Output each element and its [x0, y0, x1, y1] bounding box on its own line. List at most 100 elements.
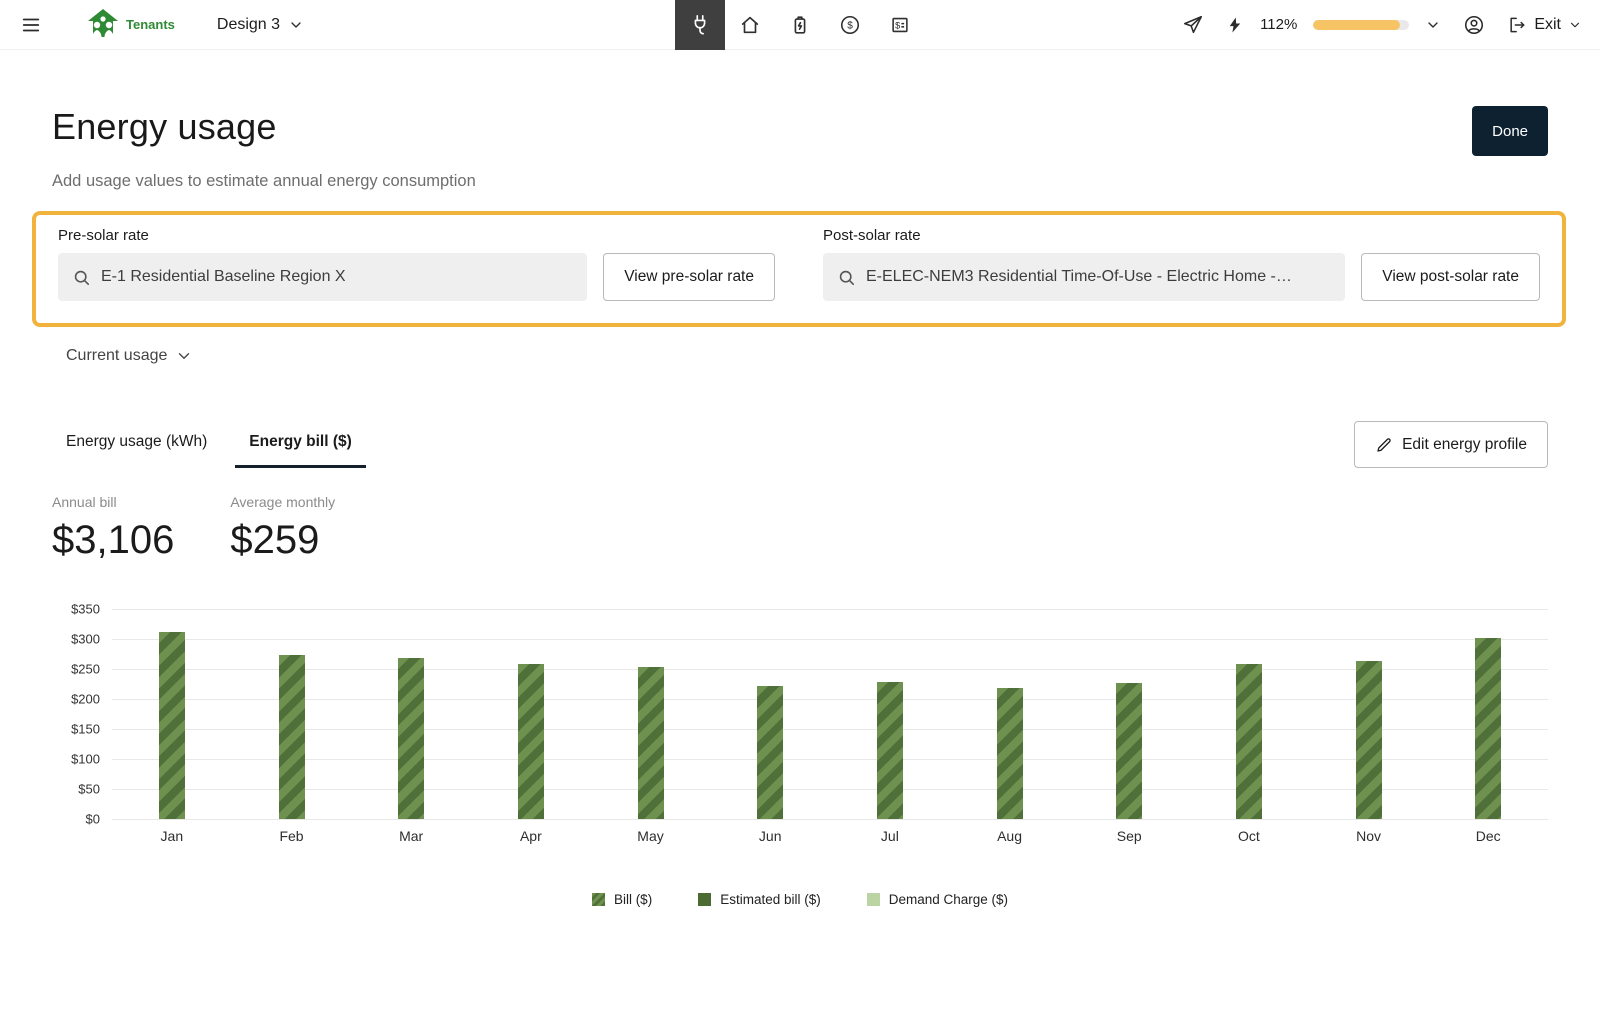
battery-icon	[789, 14, 811, 36]
legend-item: Estimated bill ($)	[698, 892, 821, 907]
average-monthly-value: $259	[230, 518, 335, 563]
page-subtitle: Add usage values to estimate annual ener…	[52, 172, 1548, 191]
average-monthly-label: Average monthly	[230, 494, 335, 510]
pre-solar-rate-label: Pre-solar rate	[58, 227, 775, 244]
chart-legend: Bill ($) Estimated bill ($) Demand Charge …	[52, 892, 1548, 907]
gridline	[112, 819, 1548, 820]
offset-progress-bar[interactable]	[1313, 20, 1409, 30]
x-axis-label: Aug	[950, 828, 1070, 844]
rates-highlight-panel: Pre-solar rate E-1 Residential Baseline …	[32, 211, 1566, 327]
bar-nov	[1356, 661, 1382, 819]
chart-bars	[112, 609, 1548, 819]
chevron-down-icon	[175, 347, 193, 365]
current-usage-label: Current usage	[66, 347, 167, 365]
bar-dec	[1475, 638, 1501, 819]
design-selector[interactable]: Design 3	[217, 16, 304, 34]
home-tool-button[interactable]	[725, 0, 775, 50]
x-axis-label: Jan	[112, 828, 232, 844]
x-axis-label: Mar	[351, 828, 471, 844]
current-usage-toggle[interactable]: Current usage	[66, 347, 193, 365]
x-axis-label: Dec	[1428, 828, 1548, 844]
battery-tool-button[interactable]	[775, 0, 825, 50]
y-axis-label: $150	[71, 722, 100, 737]
offset-percentage: 112%	[1260, 16, 1297, 33]
post-solar-rate-value: E-ELEC-NEM3 Residential Time-Of-Use - El…	[866, 268, 1292, 286]
pricing-tool-button[interactable]: $	[825, 0, 875, 50]
billing-tool-button[interactable]: $	[875, 0, 925, 50]
x-axis-label: Jul	[830, 828, 950, 844]
legend-label: Estimated bill ($)	[720, 892, 821, 907]
x-axis-label: Feb	[232, 828, 352, 844]
exit-label: Exit	[1534, 16, 1561, 34]
legend-swatch	[867, 893, 880, 906]
bar-feb	[279, 655, 305, 819]
support-button[interactable]	[1457, 8, 1491, 42]
hamburger-icon	[20, 14, 42, 36]
exit-control[interactable]: Exit	[1507, 15, 1582, 35]
energy-bill-chart: $0$50$100$150$200$250$300$350 JanFebMarA…	[52, 609, 1548, 844]
exit-door-icon	[1507, 15, 1527, 35]
chevron-down-icon[interactable]	[1425, 17, 1441, 33]
chart-plot	[112, 609, 1548, 819]
pre-solar-rate-input[interactable]: E-1 Residential Baseline Region X	[58, 253, 587, 301]
toolbar-tools: $ $	[675, 0, 925, 50]
bar-mar	[398, 658, 424, 819]
legend-swatch	[698, 893, 711, 906]
design-selector-label: Design 3	[217, 16, 280, 34]
y-axis-label: $250	[71, 662, 100, 677]
annual-bill-label: Annual bill	[52, 494, 174, 510]
tenants-logo[interactable]: Tenants	[84, 7, 175, 43]
tenants-house-icon	[84, 7, 122, 43]
tab-energy-usage-kwh[interactable]: Energy usage (kWh)	[52, 433, 221, 468]
annual-bill-value: $3,106	[52, 518, 174, 563]
search-icon	[72, 268, 91, 287]
bar-jun	[757, 686, 783, 819]
post-solar-rate-group: Post-solar rate E-ELEC-NEM3 Residential …	[823, 227, 1540, 301]
pre-solar-rate-value: E-1 Residential Baseline Region X	[101, 268, 346, 286]
legend-label: Bill ($)	[614, 892, 652, 907]
y-axis-label: $350	[71, 602, 100, 617]
y-axis-label: $100	[71, 752, 100, 767]
pre-solar-rate-group: Pre-solar rate E-1 Residential Baseline …	[58, 227, 775, 301]
annual-bill-stat: Annual bill $3,106	[52, 494, 174, 563]
lightning-bolt-icon	[1226, 16, 1244, 34]
edit-energy-profile-label: Edit energy profile	[1402, 436, 1527, 454]
bar-jan	[159, 632, 185, 819]
paper-plane-icon	[1182, 14, 1204, 36]
edit-energy-profile-button[interactable]: Edit energy profile	[1354, 421, 1548, 468]
bar-oct	[1236, 664, 1262, 819]
y-axis-label: $50	[78, 782, 100, 797]
bar-sep	[1116, 683, 1142, 819]
utility-rates-tool-button[interactable]	[675, 0, 725, 50]
page-title: Energy usage	[52, 106, 277, 148]
svg-text:$: $	[847, 21, 853, 32]
tab-energy-bill[interactable]: Energy bill ($)	[235, 433, 366, 468]
top-toolbar: Tenants Design 3	[0, 0, 1600, 50]
svg-text:$: $	[895, 21, 900, 31]
dollar-circle-icon: $	[839, 14, 861, 36]
chart-xlabels: JanFebMarAprMayJunJulAugSepOctNovDec	[112, 828, 1548, 844]
dollar-document-icon: $	[889, 14, 911, 36]
bar-may	[638, 667, 664, 819]
pencil-icon	[1375, 436, 1393, 454]
bar-aug	[997, 688, 1023, 819]
legend-item: Bill ($)	[592, 892, 652, 907]
bar-apr	[518, 664, 544, 819]
brand-name: Tenants	[126, 17, 175, 32]
x-axis-label: Nov	[1309, 828, 1429, 844]
hamburger-menu-button[interactable]	[14, 8, 48, 42]
progress-fill	[1313, 20, 1399, 30]
home-icon	[739, 14, 761, 36]
view-post-solar-rate-button[interactable]: View post-solar rate	[1361, 253, 1540, 301]
y-axis-label: $200	[71, 692, 100, 707]
plug-icon	[689, 14, 711, 36]
simulate-button[interactable]	[1176, 8, 1210, 42]
legend-swatch	[592, 893, 605, 906]
view-pre-solar-rate-button[interactable]: View pre-solar rate	[603, 253, 775, 301]
account-circle-icon	[1463, 14, 1485, 36]
y-axis-label: $300	[71, 632, 100, 647]
legend-label: Demand Charge ($)	[889, 892, 1008, 907]
x-axis-label: Oct	[1189, 828, 1309, 844]
done-button[interactable]: Done	[1472, 106, 1548, 156]
post-solar-rate-input[interactable]: E-ELEC-NEM3 Residential Time-Of-Use - El…	[823, 253, 1345, 301]
